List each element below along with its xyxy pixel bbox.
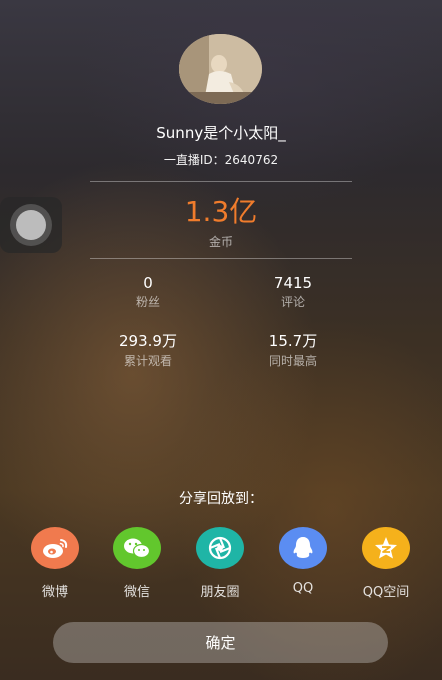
weibo-icon: [31, 527, 79, 569]
user-id: 一直播ID：2640762: [163, 153, 279, 167]
stat-comments: 7415 评论: [233, 274, 353, 310]
share-qq-label: QQ: [292, 581, 314, 596]
share-qzone-button[interactable]: QQ空间: [351, 527, 421, 600]
stat-peak-viewers-value: 15.7万: [268, 332, 318, 350]
share-weibo-button[interactable]: 微博: [20, 527, 90, 600]
avatar[interactable]: [179, 34, 262, 104]
qzone-icon: [362, 527, 410, 569]
divider-top: [90, 181, 352, 182]
stat-comments-value: 7415: [273, 274, 313, 292]
share-moments-label: 朋友圈: [200, 585, 240, 600]
coins-label: 金币: [208, 235, 233, 249]
avatar-photo: [179, 34, 262, 104]
share-weibo-label: 微博: [41, 585, 68, 600]
stat-total-views-value: 293.9万: [119, 332, 177, 350]
wechat-icon: [113, 527, 161, 569]
stat-peak-viewers-label: 同时最高: [268, 354, 317, 368]
stat-fans-value: 0: [143, 274, 153, 292]
qq-icon: [279, 527, 327, 569]
confirm-button[interactable]: 确定: [53, 622, 388, 663]
stat-peak-viewers: 15.7万 同时最高: [233, 330, 353, 369]
share-qzone-label: QQ空间: [362, 585, 410, 600]
username: Sunny是个小太阳_: [156, 124, 286, 142]
stat-fans: 0 粉丝: [88, 274, 208, 310]
share-moments-button[interactable]: 朋友圈: [185, 527, 255, 600]
share-title: 分享回放到：: [179, 491, 263, 507]
stat-total-views: 293.9万 累计观看: [88, 330, 208, 369]
stat-total-views-label: 累计观看: [123, 354, 172, 368]
moments-icon: [196, 527, 244, 569]
share-qq-button[interactable]: QQ: [268, 527, 338, 596]
share-wechat-button[interactable]: 微信: [102, 527, 172, 600]
share-wechat-label: 微信: [123, 585, 150, 600]
divider-bottom: [90, 258, 352, 259]
coins-value: 1.3亿: [184, 195, 258, 228]
stat-comments-label: 评论: [280, 295, 305, 309]
stat-fans-label: 粉丝: [135, 295, 160, 309]
